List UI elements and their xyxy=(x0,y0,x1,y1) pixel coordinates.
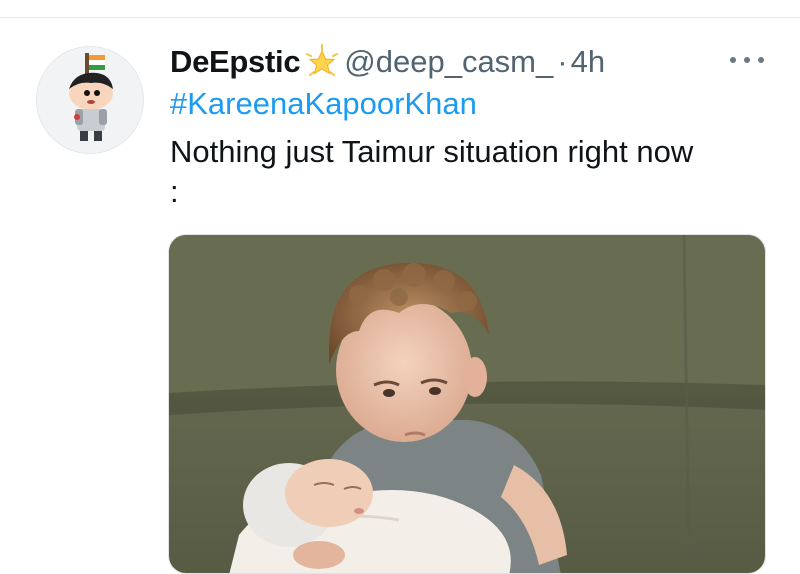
tweet-header: DeEpstic @deep_casm_ · 4h xyxy=(170,38,605,86)
more-dot xyxy=(758,57,764,63)
hashtag-link[interactable]: #KareenaKapoorKhan xyxy=(170,86,477,122)
more-dot xyxy=(744,57,750,63)
avatar[interactable] xyxy=(36,46,144,154)
top-divider xyxy=(0,17,800,18)
user-handle[interactable]: @deep_casm_ xyxy=(344,44,553,80)
separator-dot: · xyxy=(557,44,568,79)
tweet-timestamp[interactable]: 4h xyxy=(571,44,605,80)
tweet-text: Nothing just Taimur situation right now … xyxy=(170,134,694,209)
more-dot xyxy=(730,57,736,63)
tweet-media-photo[interactable] xyxy=(168,234,766,574)
display-name[interactable]: DeEpstic xyxy=(170,44,301,80)
glowing-star-icon xyxy=(304,44,340,80)
more-options-icon[interactable] xyxy=(730,50,764,70)
